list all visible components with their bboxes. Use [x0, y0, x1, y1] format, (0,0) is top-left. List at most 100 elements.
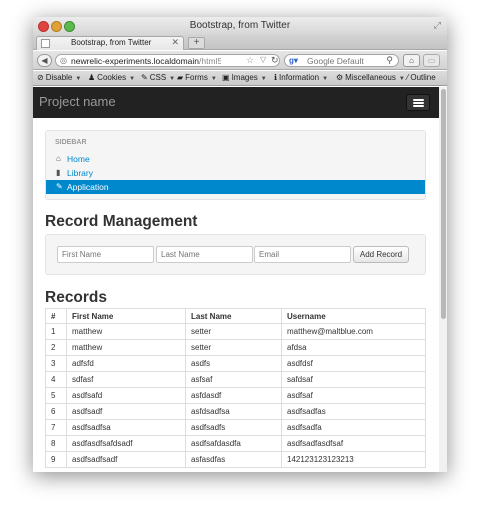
dev-menu-disable[interactable]: ⊘ Disable ▼ [37, 73, 81, 82]
row-username: asdfdsf [281, 355, 426, 372]
row-number: 4 [45, 371, 67, 388]
column-header-number: # [45, 308, 67, 324]
row-last-name: setter [185, 323, 282, 340]
tab-label: Bootstrap, from Twitter [71, 38, 152, 47]
bookmark-star-icon[interactable]: ☆ [246, 55, 254, 66]
row-number: 6 [45, 403, 67, 420]
search-icon[interactable]: ⚲ [386, 55, 393, 66]
outline-icon: ⁄ [407, 73, 409, 82]
row-last-name: asdfsadfs [185, 419, 282, 436]
first-name-input[interactable] [57, 246, 154, 263]
chevron-down-icon: ▼ [169, 76, 176, 82]
table-row: 9 asdfsadfsadf asfasdfas 142123123123213 [45, 451, 426, 468]
search-placeholder: Google Default [307, 56, 364, 66]
book-icon: ▮ [56, 168, 61, 177]
row-first-name: asdfsafd [66, 387, 186, 404]
chevron-down-icon: ▼ [129, 76, 136, 82]
sidebar-header: SIDEBAR [55, 139, 87, 146]
new-tab-button[interactable]: + [188, 37, 205, 49]
sidebar-item-library[interactable]: ▮ Library [46, 166, 425, 180]
globe-icon: ◎ [60, 56, 67, 65]
dev-menu-information[interactable]: ℹ Information ▼ [274, 73, 328, 82]
dev-menu-outline[interactable]: ⁄ Outline [407, 73, 436, 82]
home-icon: ⌂ [56, 154, 61, 163]
cookies-icon: ♟ [88, 73, 96, 82]
row-last-name: asfsaf [185, 371, 282, 388]
dev-menu-cookies[interactable]: ♟ Cookies ▼ [88, 73, 135, 82]
sidebar-item-home[interactable]: ⌂ Home [46, 152, 425, 166]
images-icon: ▣ [222, 73, 230, 82]
table-row: 1 matthew setter matthew@maltblue.com [45, 323, 426, 340]
web-developer-toolbar: ⊘ Disable ▼ ♟ Cookies ▼ ✎ CSS ▼ ▰ Forms ▼ ▣ Image… [33, 71, 447, 86]
record-management-heading: Record Management [45, 213, 198, 230]
row-last-name: asfdsadfsa [185, 403, 282, 420]
row-last-name: asfasdfas [185, 451, 282, 468]
browser-toolbar: ◀ ◎ newrelic-experiments.localdomain/htm… [33, 51, 447, 70]
chevron-down-icon: ▼ [322, 76, 329, 82]
url-history-dropdown-icon[interactable]: ▽ [260, 55, 266, 64]
row-number: 9 [45, 451, 67, 468]
column-header-first-name: First Name [66, 308, 186, 324]
page-viewport: Project name SIDEBAR ⌂ Home ▮ Library ✎ … [33, 87, 447, 472]
search-bar[interactable]: g▾ Google Default ⚲ [284, 54, 399, 67]
table-row: 6 asdfsadf asfdsadfsa asdfsadfas [45, 403, 426, 420]
sidebar-item-application[interactable]: ✎ Application [46, 180, 425, 194]
records-table: # First Name Last Name Username 1 matthew… [45, 308, 426, 468]
dev-menu-images[interactable]: ▣ Images ▼ [222, 73, 267, 82]
add-record-button[interactable]: Add Record [353, 246, 409, 263]
last-name-input[interactable] [156, 246, 253, 263]
row-first-name: sdfasf [66, 371, 186, 388]
row-number: 2 [45, 339, 67, 356]
table-row: 5 asdfsafd asfdasdf asdfsaf [45, 387, 426, 404]
browser-window: Bootstrap, from Twitter ⤢ Bootstrap, fro… [33, 17, 447, 472]
window-title: Bootstrap, from Twitter [189, 20, 291, 31]
row-first-name: asdfsadfsa [66, 419, 186, 436]
extra-toolbar-button[interactable]: ▭ [423, 54, 440, 67]
row-number: 1 [45, 323, 67, 340]
row-last-name: setter [185, 339, 282, 356]
column-header-last-name: Last Name [185, 308, 282, 324]
brand-link[interactable]: Project name [39, 94, 116, 109]
sidebar-item-label: Home [67, 154, 90, 164]
table-row: 2 matthew setter afdsa [45, 339, 426, 356]
row-first-name: matthew [66, 323, 186, 340]
chevron-down-icon: ▼ [260, 76, 267, 82]
sidebar-item-label: Library [67, 168, 93, 178]
row-first-name: matthew [66, 339, 186, 356]
row-number: 8 [45, 435, 67, 452]
row-username: afdsa [281, 339, 426, 356]
vertical-scrollbar[interactable] [439, 87, 447, 472]
address-bar[interactable]: ◎ newrelic-experiments.localdomain/html5… [55, 54, 280, 67]
dev-menu-css[interactable]: ✎ CSS ▼ [141, 73, 175, 82]
row-first-name: asdfsadf [66, 403, 186, 420]
row-number: 7 [45, 419, 67, 436]
row-username: asdfsadfasdfsaf [281, 435, 426, 452]
dev-menu-forms[interactable]: ▰ Forms ▼ [177, 73, 217, 82]
scrollbar-thumb[interactable] [441, 89, 446, 319]
tab-close-icon[interactable]: ✕ [171, 37, 179, 48]
css-icon: ✎ [141, 73, 148, 82]
tab-bootstrap[interactable]: Bootstrap, from Twitter ✕ [36, 36, 184, 50]
row-first-name: adfsfd [66, 355, 186, 372]
reload-icon[interactable]: ↻ [271, 55, 279, 66]
row-last-name: asfdasdf [185, 387, 282, 404]
row-first-name: asdfasdfsafdsadf [66, 435, 186, 452]
row-number: 5 [45, 387, 67, 404]
fullscreen-icon[interactable]: ⤢ [434, 20, 441, 31]
row-username: safdsaf [281, 371, 426, 388]
google-icon[interactable]: g▾ [289, 56, 298, 65]
row-username: asdfsadfa [281, 419, 426, 436]
row-last-name: asdfsafdasdfa [185, 435, 282, 452]
records-heading: Records [45, 289, 108, 306]
row-username: 142123123123213 [281, 451, 426, 468]
home-button[interactable]: ⌂ [403, 54, 420, 67]
hamburger-icon [413, 99, 424, 101]
menu-toggle-button[interactable] [406, 94, 430, 111]
url-text[interactable]: newrelic-experiments.localdomain/html5st… [71, 56, 221, 66]
email-input[interactable] [254, 246, 351, 263]
sidebar: SIDEBAR ⌂ Home ▮ Library ✎ Application [45, 130, 426, 200]
back-button[interactable]: ◀ [37, 54, 52, 67]
tab-bar: Bootstrap, from Twitter ✕ + [33, 35, 447, 50]
dev-menu-miscellaneous[interactable]: ⚙ Miscellaneous ▼ [336, 73, 405, 82]
forms-icon: ▰ [177, 73, 184, 82]
